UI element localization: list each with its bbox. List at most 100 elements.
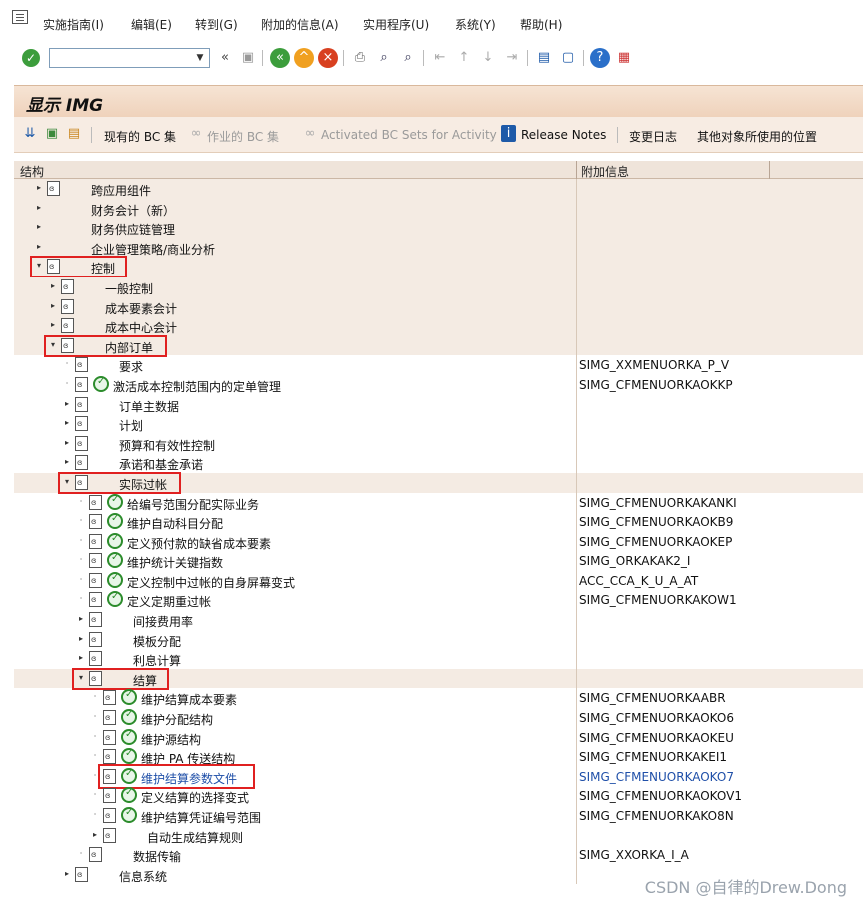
help-icon[interactable]: ? <box>590 48 610 68</box>
execute-activity-icon[interactable] <box>121 728 137 745</box>
activated-bc-sets-button[interactable]: Activated BC Sets for Activity <box>321 128 497 142</box>
expand-node-icon[interactable]: ▸ <box>76 652 86 664</box>
column-additional-info[interactable]: 附加信息 <box>581 163 629 180</box>
tree-row[interactable]: ▸ 模板分配 <box>14 629 863 650</box>
tree-node-label[interactable]: 企业管理策略/商业分析 <box>91 241 215 258</box>
expand-subtree-icon[interactable]: ⇊ <box>21 125 39 143</box>
change-log-button[interactable]: 变更日志 <box>629 128 677 145</box>
tree-node-label[interactable]: 给编号范围分配实际业务 <box>127 496 259 513</box>
tree-row[interactable]: ▸ 企业管理策略/商业分析 <box>14 237 863 258</box>
tree-node-label[interactable]: 成本要素会计 <box>105 300 177 317</box>
exit-icon[interactable]: ^ <box>294 48 314 68</box>
menu-utilities[interactable]: 实用程序(U) <box>363 16 429 33</box>
tree-row[interactable]: · 定义定期重过帐 SIMG_CFMENUORKAKOW1 <box>14 590 863 611</box>
tree-row[interactable]: · 定义预付款的缺省成本要素 SIMG_CFMENUORKAOKEP <box>14 531 863 552</box>
command-field[interactable]: ▼ <box>49 48 210 68</box>
menu-implementation-guide[interactable]: 实施指南(I) <box>43 16 104 33</box>
tree-row[interactable]: · 定义控制中过帐的自身屏幕变式 ACC_CCA_K_U_A_AT <box>14 570 863 591</box>
save-icon[interactable]: ▣ <box>238 48 258 68</box>
expand-node-icon[interactable]: ▸ <box>34 221 44 233</box>
documentation-node-icon[interactable] <box>75 416 88 432</box>
bc-sets-for-activity-button[interactable]: 作业的 BC 集 <box>207 128 279 145</box>
tree-node-label[interactable]: 维护统计关键指数 <box>127 554 223 571</box>
tree-node-label[interactable]: 维护结算成本要素 <box>141 691 237 708</box>
previous-page-icon[interactable]: ↑ <box>454 48 474 68</box>
documentation-node-icon[interactable] <box>89 612 102 628</box>
tree-node-label[interactable]: 一般控制 <box>105 280 153 297</box>
tree-node-label[interactable]: 预算和有效性控制 <box>119 437 215 454</box>
dropdown-icon[interactable]: ▼ <box>193 51 207 65</box>
column-divider[interactable] <box>576 161 577 179</box>
tree-node-label[interactable]: 承诺和基金承诺 <box>119 456 203 473</box>
documentation-node-icon[interactable] <box>89 572 102 588</box>
execute-activity-icon[interactable] <box>107 532 123 549</box>
tree-row[interactable]: · 激活成本控制范围内的定单管理 SIMG_CFMENUORKAOKKP <box>14 374 863 395</box>
tree-row[interactable]: · 维护统计关键指数 SIMG_ORKAKAK2_I <box>14 551 863 571</box>
expand-node-icon[interactable]: ▸ <box>90 829 100 841</box>
expand-node-icon[interactable]: ▸ <box>62 437 72 449</box>
tree-node-label[interactable]: 要求 <box>119 358 143 375</box>
documentation-node-icon[interactable] <box>61 318 74 334</box>
expand-node-icon[interactable]: ▸ <box>34 241 44 253</box>
select-icon[interactable]: ▣ <box>43 125 61 143</box>
documentation-node-icon[interactable] <box>89 847 102 863</box>
expand-node-icon[interactable]: ▸ <box>34 202 44 214</box>
tree-node-label[interactable]: 激活成本控制范围内的定单管理 <box>113 378 281 395</box>
expand-node-icon[interactable]: ▸ <box>62 868 72 880</box>
tree-node-label[interactable]: 信息系统 <box>119 868 167 885</box>
find-icon[interactable]: ⌕ <box>374 48 394 68</box>
expand-node-icon[interactable]: ▸ <box>48 300 58 312</box>
back-arrows-icon[interactable]: « <box>215 48 235 68</box>
column-structure[interactable]: 结构 <box>20 163 44 180</box>
documentation-node-icon[interactable] <box>103 827 116 843</box>
tree-row[interactable]: ▸ 计划 <box>14 414 863 434</box>
tree-row[interactable]: ·维护结算参数文件SIMG_CFMENUORKAOKO7 <box>14 763 863 789</box>
tree-row[interactable]: · 维护源结构 SIMG_CFMENUORKAOKEU <box>14 727 863 748</box>
tree-row[interactable]: ▸ 成本中心会计 <box>14 316 863 336</box>
tree-row[interactable]: ▾实际过帐 <box>14 471 863 494</box>
tree-node-label[interactable]: 定义控制中过帐的自身屏幕变式 <box>127 574 295 591</box>
expand-node-icon[interactable]: ▸ <box>48 280 58 292</box>
first-page-icon[interactable]: ⇤ <box>430 48 450 68</box>
documentation-node-icon[interactable] <box>89 631 102 647</box>
expand-node-icon[interactable]: ▸ <box>76 633 86 645</box>
tree-node-label[interactable]: 间接费用率 <box>133 613 193 630</box>
tree-row[interactable]: ▸ 成本要素会计 <box>14 296 863 317</box>
tree-node-label[interactable]: 利息计算 <box>133 652 181 669</box>
tree-node-label[interactable]: 财务供应链管理 <box>91 221 175 238</box>
documentation-node-icon[interactable] <box>75 357 88 373</box>
execute-activity-icon[interactable] <box>121 807 137 823</box>
documentation-node-icon[interactable] <box>103 690 116 706</box>
documentation-node-icon[interactable] <box>75 396 88 412</box>
tree-row[interactable]: · 给编号范围分配实际业务 SIMG_CFMENUORKAKANKI <box>14 492 863 513</box>
tree-row[interactable]: ▸ 承诺和基金承诺 <box>14 453 863 473</box>
tree-node-label[interactable]: 维护分配结构 <box>141 711 213 728</box>
tree-row[interactable]: ▸ 预算和有效性控制 <box>14 433 863 454</box>
existing-bc-sets-button[interactable]: 现有的 BC 集 <box>104 128 176 145</box>
check-icon[interactable]: ✓ <box>22 49 40 67</box>
documentation-node-icon[interactable] <box>103 808 116 823</box>
menu-edit[interactable]: 编辑(E) <box>131 16 172 33</box>
tree-row[interactable]: ▸ 财务会计（新） <box>14 198 863 219</box>
expand-node-icon[interactable]: ▸ <box>48 319 58 331</box>
tree-node-label[interactable]: 自动生成结算规则 <box>147 829 243 846</box>
tree-row[interactable]: · 维护分配结构 SIMG_CFMENUORKAOKO6 <box>14 708 863 728</box>
tree-row[interactable]: ▾控制 <box>14 256 863 279</box>
tree-row[interactable]: ▸ 一般控制 <box>14 276 863 297</box>
menu-goto[interactable]: 转到(G) <box>195 16 238 33</box>
documentation-node-icon[interactable] <box>61 278 74 294</box>
where-used-button[interactable]: 其他对象所使用的位置 <box>697 128 817 145</box>
tree-node-label[interactable]: 定义定期重过帐 <box>127 593 211 610</box>
documentation-node-icon[interactable] <box>103 710 116 726</box>
tree-node-label[interactable]: 成本中心会计 <box>105 319 177 336</box>
execute-activity-icon[interactable] <box>121 709 137 726</box>
print-icon[interactable]: ⎙ <box>350 48 370 68</box>
documentation-node-icon[interactable] <box>103 749 116 765</box>
execute-activity-icon[interactable] <box>121 748 137 765</box>
tree-node-label[interactable]: 定义预付款的缺省成本要素 <box>127 535 271 552</box>
expand-node-icon[interactable]: ▸ <box>62 417 72 429</box>
documentation-node-icon[interactable] <box>89 553 102 569</box>
expand-node-icon[interactable]: ▸ <box>62 456 72 468</box>
back-icon[interactable]: « <box>270 48 290 68</box>
shortcut-icon[interactable]: ▢ <box>558 48 578 68</box>
